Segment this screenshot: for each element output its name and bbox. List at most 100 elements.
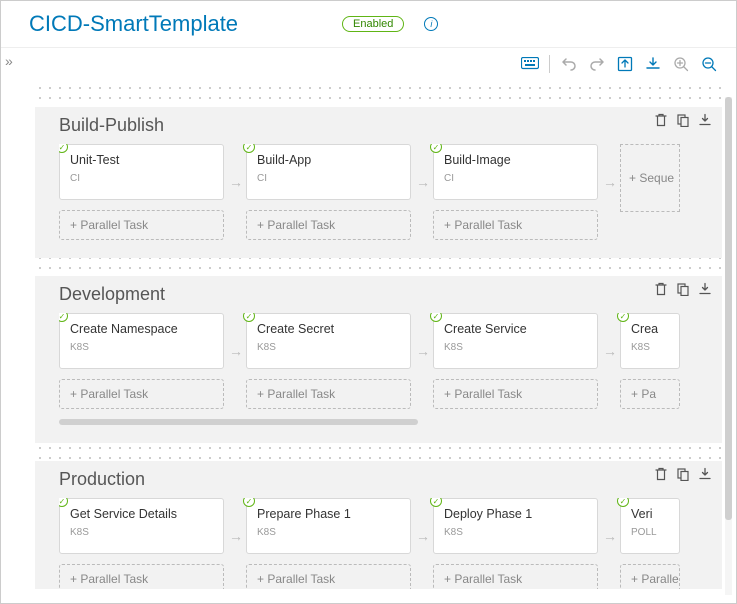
task-type: K8S [70, 527, 213, 538]
horizontal-scrollbar[interactable] [59, 419, 418, 425]
task-column: ✓Unit-TestCIParallel Task→ [59, 144, 224, 240]
flow-arrow-icon: → [229, 174, 243, 190]
task-name: Create Service [444, 322, 587, 336]
zoom-out-icon[interactable] [700, 55, 718, 73]
vertical-scrollbar[interactable] [725, 97, 732, 595]
check-icon: ✓ [59, 144, 68, 153]
task-name: Unit-Test [70, 153, 213, 167]
check-icon: ✓ [430, 313, 442, 322]
check-icon: ✓ [59, 498, 68, 507]
toolbar [521, 55, 718, 73]
add-parallel-task[interactable]: Parallel Task [59, 210, 224, 240]
stage-actions [654, 282, 712, 296]
stage-actions [654, 467, 712, 481]
header: CICD-SmartTemplate Enabled i [1, 1, 736, 48]
export-icon[interactable] [616, 55, 634, 73]
add-parallel-task[interactable]: Parallel Task [59, 379, 224, 409]
flow-arrow-icon: → [416, 174, 430, 190]
download-icon[interactable] [698, 467, 712, 481]
check-icon: ✓ [243, 498, 255, 507]
add-parallel-task[interactable]: Parallel Task [246, 564, 411, 589]
page-title[interactable]: CICD-SmartTemplate [29, 11, 238, 37]
task-name: Create Secret [257, 322, 400, 336]
task-name: Get Service Details [70, 507, 213, 521]
task-type: K8S [70, 342, 213, 353]
flow-arrow-icon: → [603, 528, 617, 544]
task-type: K8S [257, 342, 400, 353]
copy-icon[interactable] [676, 113, 690, 127]
sequential-placeholder[interactable]: Seque [620, 144, 680, 212]
add-sequential-task[interactable]: Seque [620, 144, 675, 240]
task-column: ✓Create SecretK8SParallel Task→ [246, 313, 411, 409]
zoom-in-icon[interactable] [672, 55, 690, 73]
task-type: CI [444, 173, 587, 184]
import-icon[interactable] [644, 55, 662, 73]
task-name: Create Namespace [70, 322, 213, 336]
flow-arrow-icon: → [229, 528, 243, 544]
status-badge: Enabled [342, 16, 404, 32]
task-column: ✓Build-AppCIParallel Task→ [246, 144, 411, 240]
add-parallel-task[interactable]: Parallel Task [433, 379, 598, 409]
scrollbar-thumb[interactable] [725, 97, 732, 520]
canvas[interactable]: Build-Publish✓Unit-TestCIParallel Task→✓… [35, 83, 722, 589]
add-parallel-task[interactable]: Parallel Task [246, 379, 411, 409]
download-icon[interactable] [698, 113, 712, 127]
undo-icon[interactable] [560, 55, 578, 73]
task-card[interactable]: ✓Prepare Phase 1K8S [246, 498, 411, 554]
toolbar-divider [549, 55, 550, 73]
flow-arrow-icon: → [603, 174, 617, 190]
task-type: CI [70, 173, 213, 184]
flow-arrow-icon: → [416, 528, 430, 544]
add-parallel-task[interactable]: Parallel Task [433, 564, 598, 589]
delete-icon[interactable] [654, 113, 668, 127]
delete-icon[interactable] [654, 467, 668, 481]
copy-icon[interactable] [676, 282, 690, 296]
task-card[interactable]: ✓Create Namespace K8S [59, 313, 224, 369]
info-icon[interactable]: i [424, 17, 438, 31]
task-card[interactable]: ✓VeriPOLL [620, 498, 680, 554]
check-icon: ✓ [243, 144, 255, 153]
task-column: ✓Prepare Phase 1K8SParallel Task→ [246, 498, 411, 589]
add-parallel-task[interactable]: Parallel Task [59, 564, 224, 589]
task-name: Crea [631, 322, 669, 336]
task-column: ✓Create ServiceK8SParallel Task→ [433, 313, 598, 409]
task-column: ✓Get Service DetailsK8SParallel Task→ [59, 498, 224, 589]
add-parallel-task[interactable]: Parallel Task [246, 210, 411, 240]
task-card[interactable]: ✓Create SecretK8S [246, 313, 411, 369]
task-card[interactable]: ✓Crea K8S [620, 313, 680, 369]
task-card[interactable]: ✓Build-AppCI [246, 144, 411, 200]
add-parallel-task[interactable]: Parallel Task [433, 210, 598, 240]
check-icon: ✓ [617, 313, 629, 322]
check-icon: ✓ [430, 144, 442, 153]
copy-icon[interactable] [676, 467, 690, 481]
stage: Build-Publish✓Unit-TestCIParallel Task→✓… [35, 107, 722, 258]
task-card[interactable]: ✓Deploy Phase 1 K8S [433, 498, 598, 554]
download-icon[interactable] [698, 282, 712, 296]
task-card[interactable]: ✓Unit-Test CI [59, 144, 224, 200]
add-parallel-task[interactable]: Pa [620, 379, 680, 409]
task-card[interactable]: ✓Get Service Details K8S [59, 498, 224, 554]
task-column: ✓Build-ImageCIParallel Task→ [433, 144, 598, 240]
stage-title[interactable]: Development [59, 284, 712, 305]
delete-icon[interactable] [654, 282, 668, 296]
task-name: Build-App [257, 153, 400, 167]
check-icon: ✓ [617, 498, 629, 507]
task-name: Deploy Phase 1 [444, 507, 587, 521]
stage: →Production✓Get Service DetailsK8SParall… [35, 461, 722, 589]
stage-title[interactable]: Build-Publish [59, 115, 712, 136]
task-type: K8S [444, 527, 587, 538]
stage-title[interactable]: Production [59, 469, 712, 490]
task-card[interactable]: ✓Build-ImageCI [433, 144, 598, 200]
task-row: ✓Create NamespaceK8SParallel Task→✓Creat… [59, 313, 712, 409]
flow-arrow-icon: → [229, 343, 243, 359]
add-parallel-task[interactable]: Parallel Task [620, 564, 680, 589]
task-type: K8S [631, 342, 669, 353]
task-row: ✓Get Service DetailsK8SParallel Task→✓Pr… [59, 498, 712, 589]
keyboard-icon[interactable] [521, 55, 539, 73]
flow-arrow-icon: → [603, 343, 617, 359]
redo-icon[interactable] [588, 55, 606, 73]
task-card[interactable]: ✓Create ServiceK8S [433, 313, 598, 369]
check-icon: ✓ [430, 498, 442, 507]
expand-sidebar-icon[interactable]: » [5, 53, 23, 75]
check-icon: ✓ [59, 313, 68, 322]
